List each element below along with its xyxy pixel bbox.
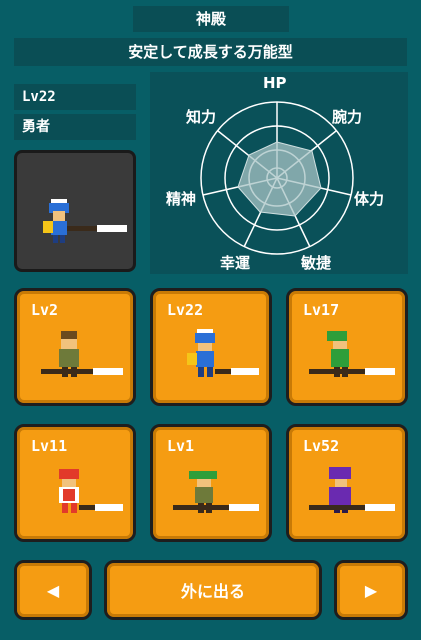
party-slot-2[interactable]: Lv22 <box>150 288 272 406</box>
exit-button[interactable]: 外に出る <box>104 560 322 620</box>
stat-label-agi: 敏捷 <box>301 254 332 272</box>
exit-button-label: 外に出る <box>180 582 245 601</box>
stats-radar-panel: HP 腕力 体力 敏捷 幸運 精神 知力 <box>150 72 408 274</box>
stat-label-int: 知力 <box>186 108 217 126</box>
green-hood-archer-icon <box>309 331 395 377</box>
page-title: 神殿 <box>133 6 289 32</box>
stat-label-hp: HP <box>263 74 287 92</box>
red-hair-fighter-icon <box>59 469 123 513</box>
blue-helmet-hero-icon <box>187 329 259 377</box>
party-slot-5[interactable]: Lv1 <box>150 424 272 542</box>
slot-level: Lv1 <box>167 437 195 455</box>
slot-level: Lv52 <box>303 437 340 455</box>
selected-class: 勇者 <box>14 114 136 140</box>
stats-radar-chart <box>200 101 354 255</box>
slot-level: Lv11 <box>31 437 68 455</box>
hero-portrait <box>14 150 136 272</box>
stat-label-vit: 体力 <box>354 190 385 208</box>
party-slot-1[interactable]: Lv2 <box>14 288 136 406</box>
slot-level: Lv22 <box>167 301 204 319</box>
stat-label-spi: 精神 <box>166 190 197 208</box>
blue-helmet-hero-icon <box>43 199 127 243</box>
purple-hood-mage-icon <box>309 467 395 513</box>
party-slot-4[interactable]: Lv11 <box>14 424 136 542</box>
party-slot-3[interactable]: Lv17 <box>286 288 408 406</box>
chevron-right-icon: ▶ <box>364 580 378 600</box>
next-button[interactable]: ▶ <box>334 560 408 620</box>
green-hat-elf-icon <box>173 471 259 513</box>
party-slot-6[interactable]: Lv52 <box>286 424 408 542</box>
class-description: 安定して成長する万能型 <box>14 38 407 66</box>
stat-label-str: 腕力 <box>332 108 363 126</box>
brown-hair-swordsman-icon <box>41 331 123 377</box>
chevron-left-icon: ◀ <box>46 580 60 600</box>
slot-level: Lv2 <box>31 301 59 319</box>
slot-level: Lv17 <box>303 301 340 319</box>
selected-level: Lv22 <box>14 84 136 110</box>
prev-button[interactable]: ◀ <box>14 560 92 620</box>
stat-label-luk: 幸運 <box>220 254 251 272</box>
